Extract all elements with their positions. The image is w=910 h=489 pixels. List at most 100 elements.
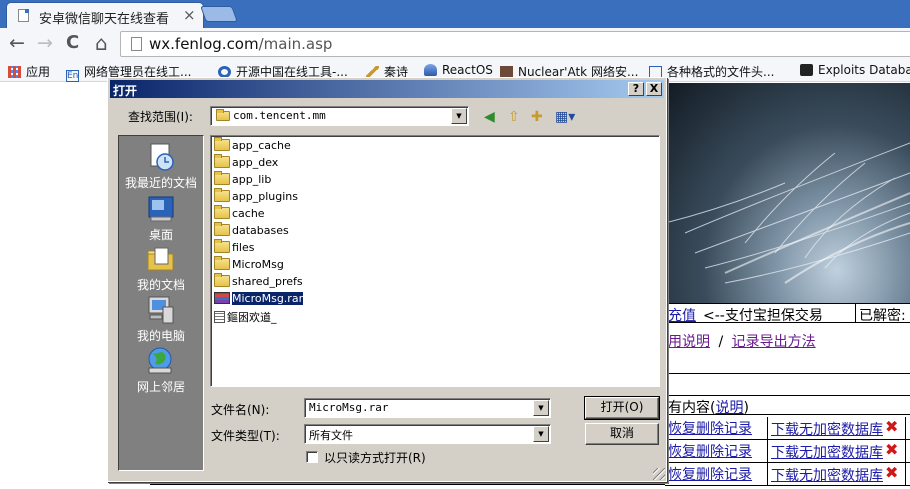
readonly-checkbox[interactable]: [306, 451, 318, 463]
tab-strip: 安卓微信聊天在线查看 ×: [0, 0, 910, 28]
place-network[interactable]: 网上邻居: [119, 346, 203, 395]
filename-label: 文件名(N):: [211, 403, 270, 417]
table-row: 恢复删除记录 下载无加密数据库 ✖: [665, 463, 910, 486]
list-item[interactable]: app_cache: [214, 137, 293, 154]
open-file-dialog: 打开 ? X 查找范围(I): com.tencent.mm ▼ ◀ ⇧ ✚ ▦…: [107, 77, 667, 482]
home-icon[interactable]: ⌂: [95, 33, 108, 53]
place-recent-documents[interactable]: 我最近的文档: [119, 142, 203, 191]
address-url: wx.fenlog.com/main.asp: [149, 35, 333, 53]
recharge-row: 充值 <--支付宝担保交易 已解密:: [665, 303, 910, 325]
close-button[interactable]: X: [646, 82, 662, 96]
bookmark-item[interactable]: 各种格式的文件头...: [649, 63, 774, 80]
dialog-title: 打开: [113, 84, 138, 98]
dropdown-arrow-icon[interactable]: ▼: [451, 108, 467, 124]
bookmark-apps[interactable]: 应用: [8, 63, 50, 80]
page-info-icon[interactable]: [131, 37, 142, 51]
list-item[interactable]: app_lib: [214, 171, 273, 188]
dropdown-arrow-icon[interactable]: ▼: [533, 400, 549, 416]
address-bar[interactable]: wx.fenlog.com/main.asp: [120, 31, 910, 57]
view-menu-icon[interactable]: ▦▾: [555, 109, 575, 125]
place-my-documents[interactable]: 我的文档: [119, 244, 203, 293]
content-label: 有内容(说明): [668, 400, 749, 416]
tab-close-icon[interactable]: ×: [183, 6, 196, 24]
list-item[interactable]: files: [214, 239, 256, 256]
list-item-selected[interactable]: MicroMsg.rar: [214, 291, 305, 307]
folder-icon: [214, 137, 230, 151]
bookmark-item[interactable]: ReactOS: [424, 63, 493, 77]
new-folder-icon[interactable]: ✚: [531, 109, 543, 125]
folder-icon: [214, 188, 230, 202]
up-one-level-icon[interactable]: ⇧: [508, 109, 520, 125]
delete-icon[interactable]: ✖: [885, 463, 898, 482]
feather-banner-image: [665, 83, 910, 303]
list-item[interactable]: MicroMsg: [214, 256, 286, 273]
my-documents-icon: [147, 247, 174, 271]
restore-deleted-link[interactable]: 恢复删除记录: [668, 464, 752, 484]
folder-icon: [214, 239, 230, 253]
place-my-computer[interactable]: 我的电脑: [119, 295, 203, 344]
dialog-titlebar[interactable]: 打开 ? X: [110, 80, 664, 98]
network-globe-icon: [148, 347, 172, 374]
list-item[interactable]: 鏂囦欢道_: [214, 309, 279, 324]
new-tab-button[interactable]: [200, 6, 238, 22]
list-item[interactable]: shared_prefs: [214, 273, 305, 290]
folder-icon: [214, 205, 230, 219]
readonly-label: 以只读方式打开(R): [324, 451, 426, 465]
list-item[interactable]: app_plugins: [214, 188, 300, 205]
browser-tab[interactable]: 安卓微信聊天在线查看 ×: [6, 2, 204, 28]
page-icon: [18, 9, 29, 22]
dropdown-arrow-icon[interactable]: ▼: [533, 426, 549, 442]
help-button[interactable]: ?: [628, 82, 644, 96]
bookmark-favicon: [800, 64, 813, 76]
content-help-link[interactable]: 说明: [715, 400, 743, 416]
list-item[interactable]: app_dex: [214, 154, 280, 171]
back-nav-icon[interactable]: ◀: [484, 109, 495, 125]
recent-documents-icon: [150, 143, 174, 171]
delete-icon[interactable]: ✖: [885, 440, 898, 459]
browser-toolbar: ← → C ⌂ wx.fenlog.com/main.asp: [0, 28, 910, 60]
recharge-note: <--支付宝担保交易: [703, 308, 823, 324]
folder-icon: [214, 256, 230, 270]
rar-archive-icon: [214, 292, 230, 304]
divider: [665, 373, 910, 374]
reload-icon[interactable]: C: [66, 33, 79, 53]
list-item[interactable]: cache: [214, 205, 267, 222]
table-row: 恢复删除记录 下载无加密数据库 ✖: [665, 417, 910, 440]
restore-deleted-link[interactable]: 恢复删除记录: [668, 441, 752, 461]
look-in-label: 查找范围(I):: [128, 110, 193, 124]
places-bar: 我最近的文档 桌面 我的文档 我的电脑 网上邻居: [118, 135, 204, 471]
tab-title: 安卓微信聊天在线查看: [39, 12, 170, 27]
decrypted-label: 已解密:: [855, 304, 910, 324]
open-button[interactable]: 打开(O): [584, 396, 660, 420]
filename-input[interactable]: MicroMsg.rar ▼: [304, 398, 551, 418]
bookmark-favicon: [424, 64, 437, 76]
export-method-link[interactable]: 记录导出方法: [732, 334, 816, 350]
download-db-link[interactable]: 下载无加密数据库: [771, 465, 883, 485]
list-item[interactable]: databases: [214, 222, 291, 239]
delete-icon[interactable]: ✖: [885, 417, 898, 436]
back-arrow-icon[interactable]: ←: [9, 33, 25, 53]
bookmark-item[interactable]: Exploits Database: [800, 63, 910, 77]
filetype-dropdown[interactable]: 所有文件 ▼: [304, 424, 551, 444]
download-db-link[interactable]: 下载无加密数据库: [771, 419, 883, 439]
look-in-dropdown[interactable]: com.tencent.mm ▼: [210, 106, 469, 126]
page-content: 充值 <--支付宝担保交易 已解密: 用说明 / 记录导出方法 有内容(说明) …: [665, 303, 910, 489]
place-desktop[interactable]: 桌面: [119, 194, 203, 243]
usage-link[interactable]: 用说明: [668, 334, 710, 350]
forward-arrow-icon[interactable]: →: [37, 33, 53, 53]
resize-grip-icon[interactable]: [653, 468, 665, 480]
restore-deleted-link[interactable]: 恢复删除记录: [668, 418, 752, 438]
cancel-button[interactable]: 取消: [585, 423, 659, 445]
folder-icon: [214, 154, 230, 168]
file-icon: [214, 311, 225, 323]
desktop-icon: [148, 196, 174, 222]
recharge-link[interactable]: 充值: [668, 305, 696, 325]
page-table-edge: [150, 483, 665, 489]
download-db-link[interactable]: 下载无加密数据库: [771, 442, 883, 462]
folder-icon: [214, 222, 230, 236]
table-row: 恢复删除记录 下载无加密数据库 ✖: [665, 440, 910, 463]
folder-icon: [216, 109, 230, 121]
file-list[interactable]: app_cache app_dex app_lib app_plugins ca…: [210, 135, 660, 387]
my-computer-icon: [148, 296, 174, 324]
folder-icon: [214, 273, 230, 287]
